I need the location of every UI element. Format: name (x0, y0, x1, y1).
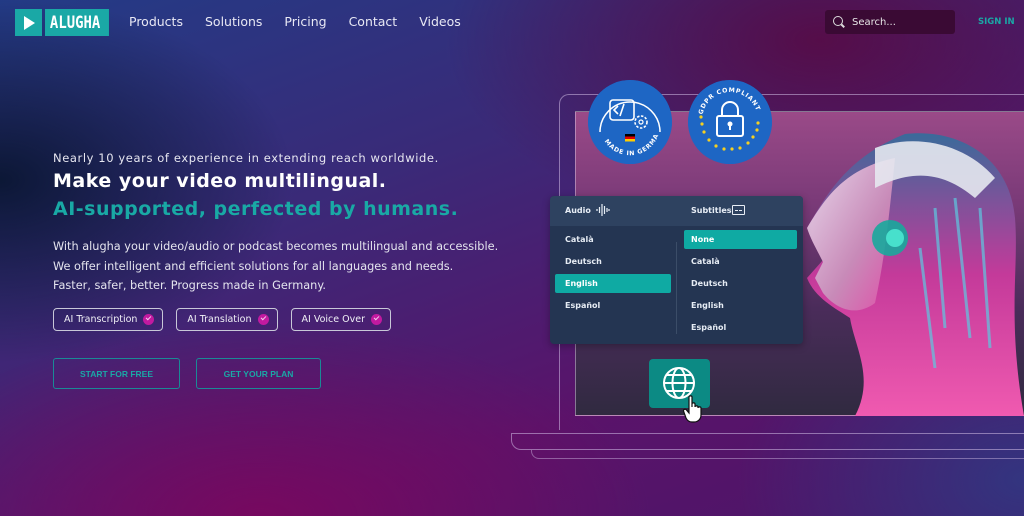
subtitle-option-deutsch[interactable]: Deutsch (684, 274, 797, 293)
audio-wave-icon (596, 204, 610, 216)
nav-links: Products Solutions Pricing Contact Video… (129, 14, 483, 29)
language-panel-header: Audio Subtitles (550, 196, 803, 226)
laptop-base (511, 433, 1024, 450)
audio-label: Audio (565, 206, 591, 215)
search-icon (833, 16, 845, 28)
start-for-free-button[interactable]: START FOR FREE (53, 358, 180, 389)
feature-pill-label: AI Transcription (64, 314, 138, 325)
feature-pill-ai-transcription[interactable]: AI Transcription (53, 308, 164, 331)
subtitle-option-espanol[interactable]: Español (684, 318, 797, 337)
check-icon (143, 314, 155, 325)
nav-link-contact[interactable]: Contact (349, 14, 398, 29)
nav-link-pricing[interactable]: Pricing (284, 14, 326, 29)
feature-pill-ai-translation[interactable]: AI Translation (176, 308, 278, 331)
language-selector-panel: Audio Subtitles Català Deutsch English E… (550, 196, 803, 344)
column-divider (676, 242, 677, 334)
subtitles-icon (732, 205, 745, 215)
feature-pill-label: AI Translation (187, 314, 252, 325)
get-your-plan-button[interactable]: GET YOUR PLAN (196, 358, 321, 389)
feature-pill-ai-voice-over[interactable]: AI Voice Over (290, 308, 391, 331)
search-box[interactable] (825, 10, 955, 34)
hand-cursor-icon (683, 395, 702, 423)
feature-pills: AI Transcription AI Translation AI Voice… (53, 308, 404, 331)
play-icon (15, 9, 42, 36)
hero-headline: Make your video multilingual. (53, 170, 387, 192)
robot-ear-core (886, 229, 904, 247)
description-line: With alugha your video/audio or podcast … (53, 240, 499, 253)
search-input[interactable] (852, 16, 947, 28)
hero-description: With alugha your video/audio or podcast … (53, 237, 498, 296)
hero-eyebrow: Nearly 10 years of experience in extendi… (53, 151, 439, 165)
top-navigation: ALUGHA Products Solutions Pricing Contac… (0, 0, 1024, 44)
audio-option-deutsch[interactable]: Deutsch (555, 252, 671, 271)
subtitle-option-none[interactable]: None (684, 230, 797, 249)
gdpr-compliant-badge: GDPR COMPLIANT (688, 80, 772, 164)
audio-option-english[interactable]: English (555, 274, 671, 293)
description-line: We offer intelligent and efficient solut… (53, 259, 454, 273)
subtitles-label: Subtitles (691, 206, 732, 215)
sign-in-link[interactable]: SIGN IN (978, 17, 1015, 27)
audio-option-espanol[interactable]: Español (555, 296, 671, 315)
german-flag-icon (625, 134, 635, 137)
check-icon (371, 314, 382, 325)
nav-link-videos[interactable]: Videos (419, 14, 461, 29)
feature-pill-label: AI Voice Over (301, 314, 365, 325)
laptop-base-shadow (531, 450, 1024, 459)
made-in-germany-badge: MADE IN GERMANY (588, 80, 672, 164)
hero-subheadline: AI-supported, perfected by humans. (53, 198, 459, 220)
subtitle-option-english[interactable]: English (684, 296, 797, 315)
nav-link-solutions[interactable]: Solutions (205, 14, 262, 29)
check-icon (257, 314, 269, 325)
alugha-logo[interactable]: ALUGHA (15, 9, 123, 36)
description-line: Faster, safer, better. Progress made in … (53, 279, 326, 292)
subtitle-option-catala[interactable]: Català (684, 252, 797, 271)
audio-option-catala[interactable]: Català (555, 230, 671, 249)
ai-robot-illustration (807, 133, 1024, 416)
nav-link-products[interactable]: Products (129, 14, 183, 29)
logo-wordmark: ALUGHA (45, 9, 109, 36)
